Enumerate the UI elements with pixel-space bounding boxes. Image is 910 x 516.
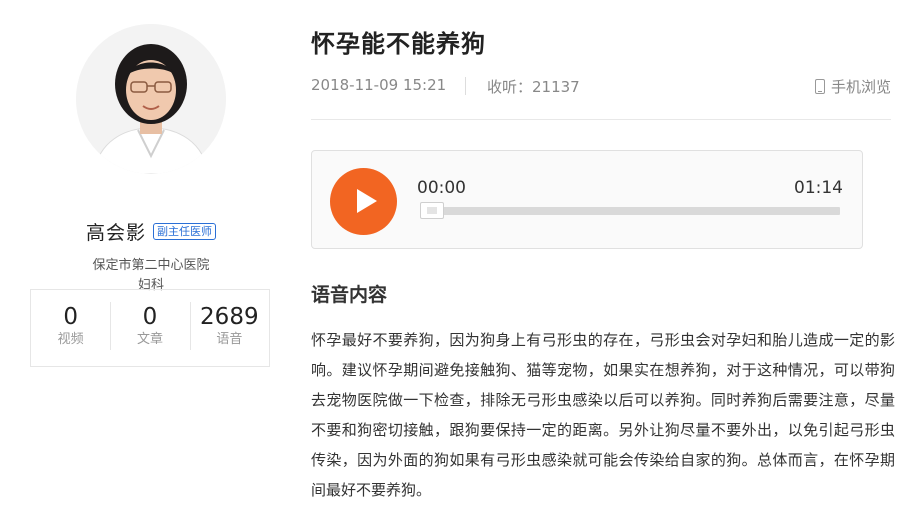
article-title: 怀孕能不能养狗 <box>311 30 486 58</box>
article-date: 2018-11-09 15:21 <box>311 76 447 94</box>
stat-articles-label: 文章 <box>136 332 163 347</box>
doctor-name[interactable]: 高会影 <box>86 218 146 245</box>
doctor-avatar[interactable] <box>76 24 226 174</box>
doctor-stats: 0 视频 0 文章 2689 语音 <box>30 289 270 367</box>
stat-articles-value: 0 <box>142 304 158 330</box>
listen-count: 收听：21137 <box>487 78 580 96</box>
content-heading: 语音内容 <box>311 284 388 306</box>
stat-audio[interactable]: 2689 语音 <box>189 290 269 366</box>
mobile-view-label: 手机浏览 <box>830 78 891 96</box>
stat-audio-value: 2689 <box>200 304 259 330</box>
total-time: 01:14 <box>794 178 843 198</box>
stat-videos-value: 0 <box>63 304 78 330</box>
play-button[interactable] <box>330 168 397 235</box>
progress-knob[interactable] <box>420 202 444 219</box>
audio-player: 00:00 01:14 <box>311 150 863 249</box>
stat-videos-label: 视频 <box>57 332 84 347</box>
mobile-view-link[interactable]: 手机浏览 <box>814 76 891 97</box>
stat-articles[interactable]: 0 文章 <box>110 290 189 366</box>
article-meta: 2018-11-09 15:21 收听：21137 手机浏览 <box>311 76 891 98</box>
doctor-title-badge: 副主任医师 <box>153 222 216 240</box>
doctor-photo <box>76 24 226 174</box>
progress-track[interactable] <box>420 207 840 215</box>
doctor-name-row: 高会影 副主任医师 <box>30 218 272 244</box>
phone-icon <box>814 79 825 94</box>
content-body: 怀孕最好不要养狗，因为狗身上有弓形虫的存在，弓形虫会对孕妇和胎儿造成一定的影响。… <box>311 331 895 499</box>
stat-audio-label: 语音 <box>216 332 243 347</box>
stat-videos[interactable]: 0 视频 <box>31 290 110 366</box>
doctor-hospital: 保定市第二中心医院 <box>92 258 210 273</box>
meta-divider <box>465 77 466 95</box>
current-time: 00:00 <box>417 178 466 198</box>
header-divider <box>311 119 891 120</box>
